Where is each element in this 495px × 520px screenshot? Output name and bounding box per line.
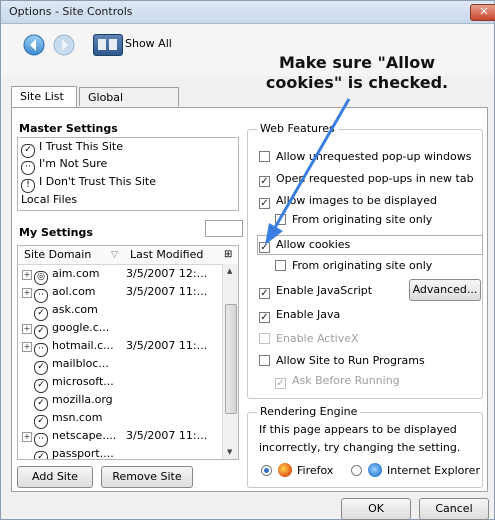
table-row[interactable]: ✓ ask.com bbox=[18, 301, 222, 321]
row-domain: microsoft... bbox=[52, 375, 114, 388]
option-run-programs[interactable]: Allow Site to Run Programs bbox=[259, 353, 425, 369]
engine-firefox-option[interactable]: Firefox bbox=[261, 463, 333, 478]
column-site-domain[interactable]: Site Domain bbox=[24, 246, 91, 264]
check-circle-icon: ✓ bbox=[21, 144, 35, 158]
checkbox[interactable]: ✓ bbox=[259, 312, 270, 323]
option-ask-before-running: ✓ Ask Before Running bbox=[275, 374, 400, 389]
option-cookies-origin-only[interactable]: From originating site only bbox=[275, 258, 432, 274]
window-title: Options - Site Controls bbox=[9, 5, 133, 18]
row-domain: google.c... bbox=[52, 321, 110, 334]
table-row[interactable]: ✓ mozilla.org bbox=[18, 391, 222, 411]
callout-text: Make sure "Allow cookies" is checked. bbox=[265, 53, 449, 92]
advanced-button[interactable]: Advanced... bbox=[409, 279, 481, 301]
close-button[interactable]: ✕ bbox=[470, 4, 495, 21]
row-modified: 3/5/2007 11:... bbox=[126, 429, 208, 442]
checkbox[interactable] bbox=[275, 260, 286, 271]
rendering-engine-description: If this page appears to be displayed inc… bbox=[259, 423, 461, 454]
callout-arrow-head bbox=[265, 223, 283, 245]
show-all-label[interactable]: Show All bbox=[125, 37, 172, 50]
row-modified: 3/5/2007 12:... bbox=[126, 267, 208, 280]
row-domain: hotmail.c... bbox=[52, 339, 114, 352]
row-modified: 3/5/2007 11:... bbox=[126, 285, 208, 298]
tab-site-list[interactable]: Site List bbox=[11, 86, 77, 107]
table-row[interactable]: ✓ microsoft... bbox=[18, 373, 222, 393]
checkbox: ✓ bbox=[275, 378, 286, 389]
back-arrow-icon bbox=[23, 34, 45, 56]
table-scrollbar[interactable]: ▲ ▼ bbox=[222, 264, 238, 459]
option-enable-java[interactable]: ✓ Enable Java bbox=[259, 307, 340, 323]
master-item-not-sure[interactable]: ·· I'm Not Sure bbox=[21, 157, 107, 175]
show-all-icon[interactable] bbox=[93, 34, 123, 56]
scroll-thumb[interactable] bbox=[225, 304, 237, 414]
expand-icon[interactable]: + bbox=[22, 342, 32, 352]
rendering-engine-title: Rendering Engine bbox=[257, 405, 361, 418]
row-modified: 3/5/2007 11:... bbox=[126, 339, 208, 352]
forward-arrow-icon bbox=[53, 34, 75, 56]
radio-button[interactable] bbox=[351, 465, 362, 476]
column-picker-icon[interactable]: ⊞ bbox=[224, 246, 232, 264]
my-settings-title: My Settings bbox=[19, 226, 93, 239]
table-row[interactable]: + ·· hotmail.c... 3/5/2007 11:... bbox=[18, 337, 222, 357]
table-body: + ◎ aim.com 3/5/2007 12:... + ·· aol.com 3/5/2… bbox=[18, 265, 222, 460]
row-domain: aim.com bbox=[52, 267, 100, 280]
column-last-modified[interactable]: Last Modified bbox=[130, 246, 203, 264]
row-domain: mozilla.org bbox=[52, 393, 113, 406]
callout-arrow bbox=[265, 98, 351, 245]
back-button[interactable] bbox=[23, 34, 45, 56]
master-item-trust[interactable]: ✓ I Trust This Site bbox=[21, 140, 123, 158]
firefox-icon bbox=[277, 463, 292, 477]
title-bar: Options - Site Controls ✕ bbox=[1, 1, 495, 24]
remove-site-button[interactable]: Remove Site bbox=[101, 466, 193, 488]
row-domain: msn.com bbox=[52, 411, 103, 424]
cancel-button[interactable]: Cancel bbox=[419, 498, 489, 520]
checkbox[interactable] bbox=[259, 355, 270, 366]
checkbox bbox=[259, 333, 270, 344]
row-domain: aol.com bbox=[52, 285, 96, 298]
option-enable-javascript[interactable]: ✓ Enable JavaScript bbox=[259, 283, 372, 299]
scroll-up-icon[interactable]: ▲ bbox=[227, 267, 232, 275]
expand-icon[interactable]: + bbox=[22, 432, 32, 442]
table-header: Site Domain ▽ Last Modified ⊞ bbox=[18, 246, 238, 265]
table-row[interactable]: + ·· aol.com 3/5/2007 11:... bbox=[18, 283, 222, 303]
scroll-down-icon[interactable]: ▼ bbox=[227, 448, 232, 456]
master-item-local-files[interactable]: Local Files bbox=[21, 193, 77, 207]
table-row[interactable]: ✓ mailbloc... bbox=[18, 355, 222, 375]
radio-button[interactable] bbox=[261, 465, 272, 476]
table-row[interactable]: + ·· netscape.... 3/5/2007 11:... bbox=[18, 427, 222, 447]
forward-button[interactable] bbox=[53, 34, 75, 56]
row-domain: mailbloc... bbox=[52, 357, 109, 370]
table-row[interactable]: ✓ msn.com bbox=[18, 409, 222, 429]
master-settings-list: ✓ I Trust This Site ·· I'm Not Sure ! I Don… bbox=[17, 137, 239, 211]
callout-arrow-line bbox=[271, 98, 351, 232]
check-circle-icon: ✓ bbox=[34, 451, 48, 459]
table-row[interactable]: ✓ passport.... bbox=[18, 445, 222, 460]
site-table: Site Domain ▽ Last Modified ⊞ + ◎ aim.com 3… bbox=[17, 245, 239, 460]
add-site-button[interactable]: Add Site bbox=[17, 466, 93, 488]
ok-button[interactable]: OK bbox=[341, 498, 411, 520]
close-icon: ✕ bbox=[479, 5, 489, 18]
table-row[interactable]: + ✓ google.c... bbox=[18, 319, 222, 339]
site-search-input[interactable] bbox=[205, 220, 243, 237]
options-window: Options - Site Controls ✕ Show All Site … bbox=[0, 0, 495, 520]
tab-global-settings[interactable]: Global Settings bbox=[79, 87, 179, 123]
expand-icon[interactable]: + bbox=[22, 288, 32, 298]
master-item-dont-trust[interactable]: ! I Don't Trust This Site bbox=[21, 175, 156, 193]
ie-icon bbox=[367, 463, 382, 477]
expand-icon[interactable]: + bbox=[22, 324, 32, 334]
engine-ie-option[interactable]: Internet Explorer bbox=[351, 463, 480, 478]
master-settings-title: Master Settings bbox=[19, 122, 118, 135]
exclamation-circle-icon: ! bbox=[21, 179, 35, 193]
row-domain: ask.com bbox=[52, 303, 98, 316]
filter-icon[interactable]: ▽ bbox=[111, 246, 118, 264]
option-enable-activex: Enable ActiveX bbox=[259, 331, 359, 347]
expand-icon[interactable]: + bbox=[22, 270, 32, 280]
row-domain: passport.... bbox=[52, 447, 114, 460]
neutral-face-icon: ·· bbox=[21, 161, 35, 175]
checkbox[interactable]: ✓ bbox=[259, 288, 270, 299]
row-domain: netscape.... bbox=[52, 429, 117, 442]
table-row[interactable]: + ◎ aim.com 3/5/2007 12:... bbox=[18, 265, 222, 285]
